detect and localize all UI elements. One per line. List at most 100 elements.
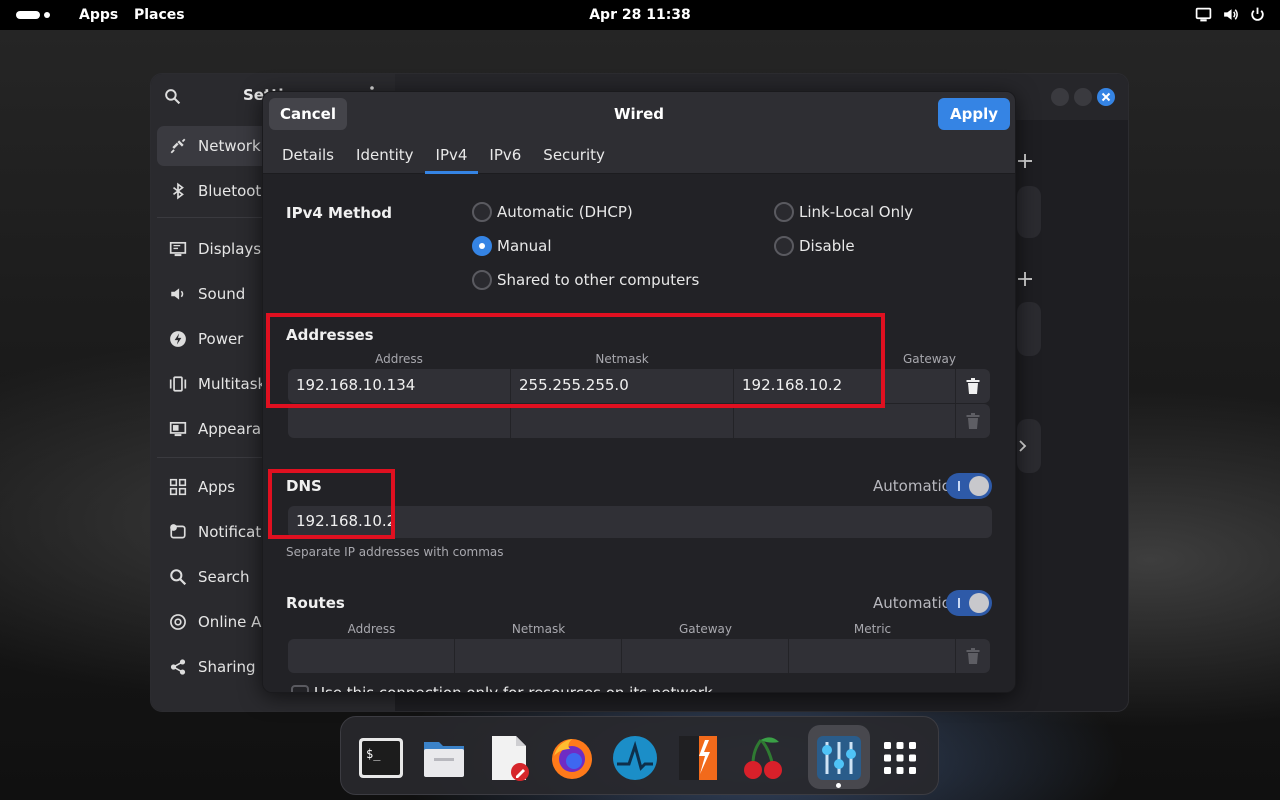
display-icon[interactable] [1195, 6, 1212, 23]
routes-automatic-label: Automatic [873, 594, 950, 612]
search-icon[interactable] [164, 88, 181, 105]
dock-files[interactable] [420, 734, 468, 782]
only-local-checkbox[interactable] [291, 685, 309, 692]
column-header: Gateway [678, 622, 732, 636]
only-local-label: Use this connection only for resources o… [314, 684, 713, 693]
delete-address-button [956, 404, 990, 438]
column-header: Address [375, 352, 423, 366]
sidebar-item-label: Network [198, 137, 261, 155]
radio-button[interactable] [472, 236, 492, 256]
netmask-input[interactable]: 255.255.255.0 [511, 369, 734, 403]
sidebar-item-label: Power [198, 330, 244, 348]
text-editor-icon [492, 736, 529, 781]
route-gateway-input[interactable] [622, 639, 789, 673]
settings-icon [817, 736, 861, 780]
power-icon[interactable] [1249, 6, 1266, 23]
address-input[interactable]: 192.168.10.134 [288, 369, 511, 403]
app-grid-icon [884, 742, 916, 774]
addresses-label: Addresses [286, 326, 374, 344]
bluetooth-icon [172, 182, 184, 200]
add-icon[interactable] [1017, 153, 1033, 169]
column-header: Netmask [511, 622, 566, 636]
routes-automatic-toggle[interactable] [946, 590, 992, 616]
add-icon[interactable] [1017, 271, 1033, 287]
radio-button[interactable] [774, 202, 794, 222]
dock-wireshark[interactable] [611, 734, 659, 782]
maximize-button[interactable] [1074, 88, 1092, 106]
tab-ipv4[interactable]: IPv4 [424, 140, 479, 174]
tab-identity[interactable]: Identity [345, 140, 425, 174]
radio-disable[interactable]: Disable [774, 236, 855, 256]
dock-app-grid[interactable] [876, 734, 924, 782]
radio-shared[interactable]: Shared to other computers [472, 270, 699, 290]
dock-settings[interactable] [815, 734, 863, 782]
tab-security[interactable]: Security [532, 140, 616, 174]
dock-terminal[interactable]: $_ [357, 734, 405, 782]
sidebar-item-label: Apps [198, 478, 236, 496]
tab-details[interactable]: Details [271, 140, 345, 174]
display-icon [169, 241, 187, 257]
sidebar-item-label: Sound [198, 285, 246, 303]
dock-text-editor[interactable] [484, 734, 532, 782]
tab-ipv6[interactable]: IPv6 [478, 140, 532, 174]
gateway-input[interactable] [734, 404, 956, 438]
apps-icon [169, 478, 187, 496]
tab-bar: Details Identity IPv4 IPv6 Security [271, 140, 616, 174]
power-icon [170, 331, 186, 347]
dns-hint: Separate IP addresses with commas [286, 545, 504, 559]
dns-label: DNS [286, 477, 322, 495]
address-input[interactable] [288, 404, 511, 438]
dns-input[interactable]: 192.168.10.2 [288, 506, 992, 538]
trash-icon [966, 413, 980, 429]
radio-button[interactable] [472, 270, 492, 290]
delete-address-button[interactable] [956, 369, 990, 403]
places-menu[interactable]: Places [134, 7, 185, 23]
ipv4-page: IPv4 Method Automatic (DHCP) Link-Local … [263, 174, 1015, 692]
dns-automatic-toggle[interactable] [946, 473, 992, 499]
svg-text:$_: $_ [366, 747, 381, 761]
volume-icon[interactable] [1222, 6, 1239, 23]
firefox-icon [552, 739, 592, 779]
chevron-right-icon[interactable] [1015, 438, 1031, 454]
files-icon [424, 742, 464, 777]
dock-firefox[interactable] [548, 734, 596, 782]
background-card [1017, 302, 1041, 356]
radio-label: Manual [497, 237, 552, 255]
activities-indicator[interactable] [16, 11, 50, 19]
sidebar-item-label: Multitaski [198, 375, 271, 393]
top-bar: Apps Places Apr 28 11:38 [0, 0, 1280, 30]
dock: $_ [340, 716, 939, 795]
dialog-header: Cancel Wired Apply Details Identity IPv4… [263, 92, 1015, 174]
minimize-button[interactable] [1051, 88, 1069, 106]
apply-button[interactable]: Apply [938, 98, 1010, 130]
sidebar-item-label: Search [198, 568, 250, 586]
radio-link-local-only[interactable]: Link-Local Only [774, 202, 913, 222]
wireshark-icon [613, 736, 657, 780]
apps-menu[interactable]: Apps [79, 7, 118, 23]
route-netmask-input[interactable] [455, 639, 622, 673]
cancel-button[interactable]: Cancel [269, 98, 347, 130]
radio-label: Automatic (DHCP) [497, 203, 633, 221]
delete-route-button [956, 639, 990, 673]
network-icon [170, 138, 186, 154]
dock-cherrytree[interactable] [739, 734, 787, 782]
online-accounts-icon [170, 614, 186, 630]
radio-label: Disable [799, 237, 855, 255]
cherrytree-icon [744, 737, 782, 779]
clock[interactable]: Apr 28 11:38 [0, 7, 1280, 23]
dialog-title: Wired [614, 105, 664, 123]
close-button[interactable] [1097, 88, 1115, 106]
system-tray[interactable] [1195, 6, 1266, 23]
radio-automatic-dhcp[interactable]: Automatic (DHCP) [472, 202, 633, 222]
radio-button[interactable] [472, 202, 492, 222]
column-header: Netmask [595, 352, 649, 366]
column-header: Address [347, 622, 396, 636]
radio-button[interactable] [774, 236, 794, 256]
dock-burpsuite[interactable] [675, 734, 723, 782]
netmask-input[interactable] [511, 404, 734, 438]
radio-manual[interactable]: Manual [472, 236, 552, 256]
sharing-icon [170, 659, 186, 675]
route-address-input[interactable] [288, 639, 455, 673]
gateway-input[interactable]: 192.168.10.2 [734, 369, 956, 403]
route-metric-input[interactable] [789, 639, 956, 673]
